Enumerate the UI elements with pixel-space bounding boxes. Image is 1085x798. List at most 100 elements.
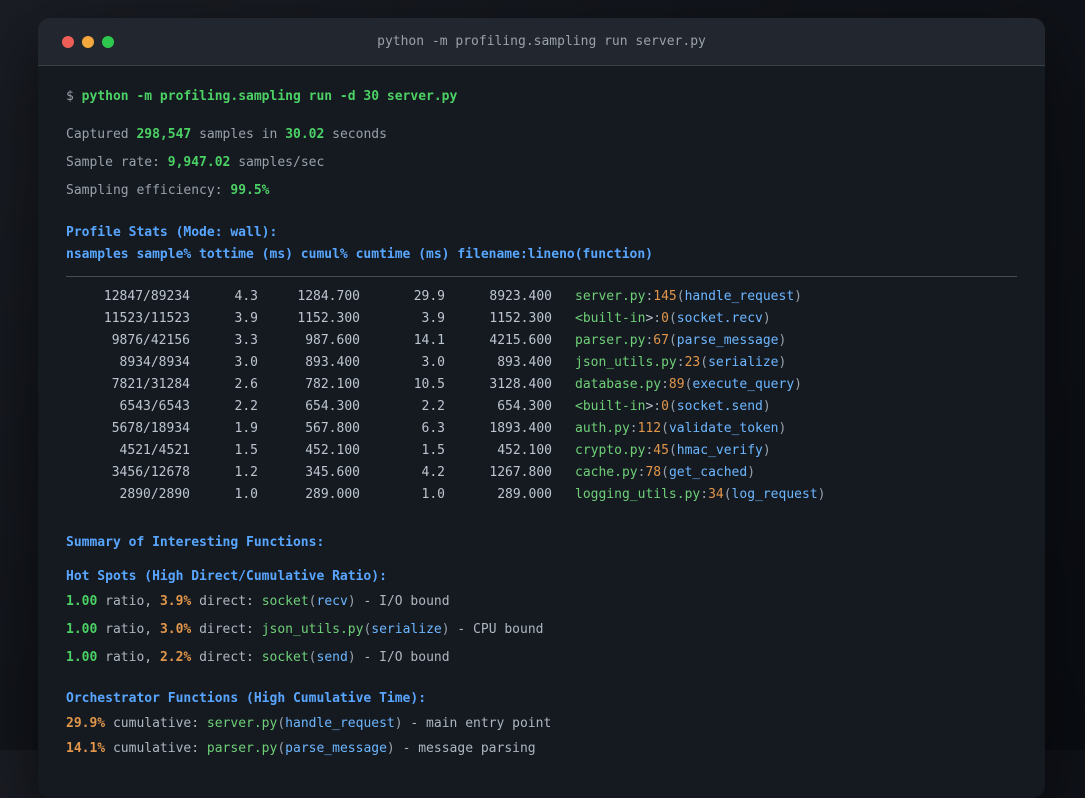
orchestrator-label: cumulative: [112, 741, 200, 756]
cell-location: crypto.py:45(hmac_verify) [575, 443, 771, 458]
location-file: database.py [575, 377, 662, 392]
hotspot-note: - I/O bound [363, 650, 450, 665]
hotspot-note: - CPU bound [457, 622, 544, 637]
cell-cumtime: 452.100 [497, 443, 552, 458]
location-lineno: 112 [637, 421, 662, 436]
hotspot-target: socket [261, 594, 309, 609]
cell-cumtime: 8923.400 [489, 289, 552, 304]
cell-sample-pct: 2.6 [234, 377, 258, 392]
orchestrators-heading: Orchestrator Functions (High Cumulative … [66, 691, 427, 706]
cell-location: auth.py:112(validate_token) [575, 421, 786, 436]
hotspot-target: socket [261, 650, 309, 665]
location-open-paren: ( [700, 355, 709, 370]
table-row: 7821/31284 2.6 782.100 10.5 3128.400 database… [66, 374, 1017, 396]
efficiency-value: 99.5% [230, 183, 270, 198]
window-title: python -m profiling.sampling run server.… [377, 34, 706, 49]
summary-heading: Summary of Interesting Functions: [66, 535, 325, 550]
hotspot-direct-label: direct: [199, 594, 254, 609]
table-row: 3456/12678 1.2 345.600 4.2 1267.800 cache.py:… [66, 462, 1017, 484]
location-lineno: 145 [653, 289, 677, 304]
cell-sample-pct: 4.3 [234, 289, 258, 304]
location-open-paren: ( [668, 333, 677, 348]
cell-sample-pct: 3.0 [234, 355, 258, 370]
efficiency-label: Sampling efficiency: [66, 183, 223, 198]
location-lineno: 89 [668, 377, 685, 392]
table-row: 2890/2890 1.0 289.000 1.0 289.000 logging_uti… [66, 484, 1017, 506]
terminal-window: python -m profiling.sampling run server.… [38, 18, 1045, 798]
location-colon: : [653, 399, 662, 414]
location-lineno: 0 [661, 311, 669, 326]
cell-cumul-pct: 1.5 [421, 443, 445, 458]
cell-sample-pct: 1.5 [234, 443, 258, 458]
orchestrator-file: parser.py [206, 741, 278, 756]
hot-spot-item: 1.00 ratio, 3.0% direct: json_utils.py(s… [66, 621, 1017, 639]
cell-location: cache.py:78(get_cached) [575, 465, 755, 480]
orchestrator-item: 29.9% cumulative: server.py(handle_reque… [66, 715, 1017, 733]
location-file: logging_utils.py [575, 487, 701, 502]
hotspot-direct-label: direct: [199, 650, 254, 665]
hotspot-ratio-label: ratio, [105, 594, 153, 609]
titlebar: python -m profiling.sampling run server.… [38, 18, 1045, 66]
location-file: cache.py [575, 465, 638, 480]
location-colon: : [661, 377, 669, 392]
hotspot-ratio-label: ratio, [105, 650, 153, 665]
location-file: json_utils.py [575, 355, 677, 370]
cell-cumtime: 893.400 [497, 355, 552, 370]
location-function: validate_token [668, 421, 779, 436]
sample-rate-line: Sample rate: 9,947.02 samples/sec [66, 154, 1017, 172]
efficiency-line: Sampling efficiency: 99.5% [66, 182, 1017, 200]
cell-cumtime: 1267.800 [489, 465, 552, 480]
location-lineno: 78 [645, 465, 662, 480]
cell-tottime: 289.000 [305, 487, 360, 502]
location-open-paren: ( [668, 399, 677, 414]
table-row: 11523/11523 3.9 1152.300 3.9 1152.300 <built-… [66, 308, 1017, 330]
hotspot-close-paren: ) [347, 650, 356, 665]
hotspot-arg: recv [316, 594, 348, 609]
table-row: 4521/4521 1.5 452.100 1.5 452.100 crypto.py:4… [66, 440, 1017, 462]
location-file: <built-in [575, 311, 646, 326]
orchestrator-note: - message parsing [402, 741, 536, 756]
orchestrator-open-paren: ( [277, 741, 286, 756]
location-open-paren: ( [676, 289, 685, 304]
location-open-paren: ( [723, 487, 732, 502]
cell-location: <built-in>:0(socket.send) [575, 399, 771, 414]
cell-nsamples: 5678/18934 [111, 421, 190, 436]
location-function: hmac_verify [676, 443, 763, 458]
orchestrator-close-paren: ) [394, 716, 403, 731]
terminal-content: $ python -m profiling.sampling run -d 30… [38, 66, 1045, 758]
cell-nsamples: 12847/89234 [103, 289, 190, 304]
location-lineno: 23 [684, 355, 701, 370]
location-close-paren: ) [794, 289, 802, 304]
cell-sample-pct: 2.2 [234, 399, 258, 414]
hotspot-pct: 3.0% [159, 622, 192, 637]
hotspot-open-paren: ( [308, 650, 317, 665]
table-row: 9876/42156 3.3 987.600 14.1 4215.600 parser.p… [66, 330, 1017, 352]
shell-prompt: $ [66, 89, 74, 104]
sample-rate-label: Sample rate: [66, 155, 160, 170]
hot-spot-item: 1.00 ratio, 3.9% direct: socket(recv) - … [66, 593, 1017, 611]
location-function: parse_message [676, 333, 779, 348]
hotspot-arg: serialize [371, 622, 442, 637]
location-open-paren: ( [668, 443, 677, 458]
cell-nsamples: 8934/8934 [119, 355, 190, 370]
cell-cumul-pct: 10.5 [413, 377, 445, 392]
location-file: auth.py [575, 421, 630, 436]
orchestrator-open-paren: ( [277, 716, 286, 731]
hotspot-ratio: 1.00 [66, 622, 98, 637]
cell-cumtime: 3128.400 [489, 377, 552, 392]
table-row: 12847/89234 4.3 1284.700 29.9 8923.400 server… [66, 286, 1017, 308]
location-close-paren: ) [778, 333, 787, 348]
hotspot-arg: send [316, 650, 348, 665]
cell-cumul-pct: 4.2 [421, 465, 445, 480]
hotspot-close-paren: ) [441, 622, 450, 637]
orchestrator-label: cumulative: [112, 716, 200, 731]
cell-location: database.py:89(execute_query) [575, 377, 802, 392]
cell-tottime: 452.100 [305, 443, 360, 458]
cell-nsamples: 3456/12678 [111, 465, 190, 480]
location-function: socket.recv [676, 311, 763, 326]
table-row: 5678/18934 1.9 567.800 6.3 1893.400 auth.py:1… [66, 418, 1017, 440]
location-file: server.py [575, 289, 646, 304]
orchestrator-pct: 14.1% [66, 741, 106, 756]
location-close-paren: ) [762, 443, 771, 458]
hot-spots-list: 1.00 ratio, 3.9% direct: socket(recv) - … [66, 593, 1017, 667]
